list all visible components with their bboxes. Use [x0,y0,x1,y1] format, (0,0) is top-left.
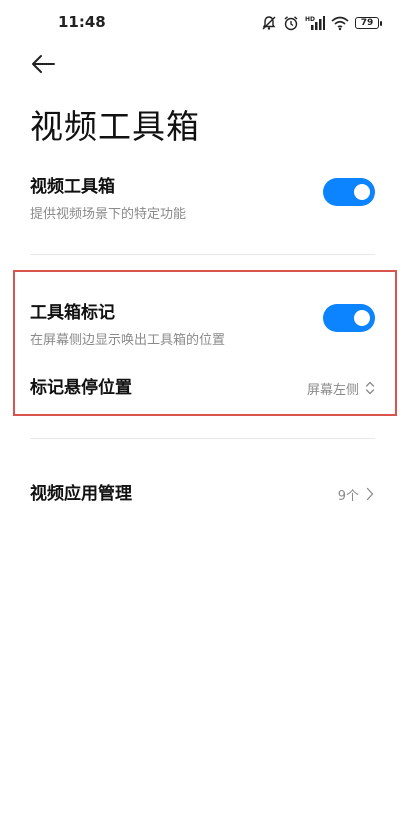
video-toolbox-row[interactable]: 视频工具箱 提供视频场景下的特定功能 [30,172,375,222]
battery-icon: 79 [355,17,382,29]
toolbox-marker-subtitle: 在屏幕侧边显示唤出工具箱的位置 [30,333,226,348]
marker-position-row[interactable]: 标记悬停位置 屏幕左侧 [30,374,375,402]
divider [30,438,375,439]
video-app-management-row[interactable]: 视频应用管理 9个 [30,480,375,508]
hd-signal-icon: HD [305,15,325,31]
toolbox-marker-toggle[interactable] [323,304,375,332]
video-app-management-title: 视频应用管理 [30,484,132,504]
status-bar: 11:48 HD 79 [0,0,409,44]
toolbox-marker-row[interactable]: 工具箱标记 在屏幕侧边显示唤出工具箱的位置 [30,298,375,348]
notifications-off-icon [261,15,277,31]
battery-level: 79 [360,18,374,28]
chevron-up-down-icon [365,380,375,396]
video-toolbox-toggle[interactable] [323,178,375,206]
back-button[interactable] [30,52,58,76]
wifi-icon [331,15,349,31]
status-icons: HD 79 [261,14,382,32]
toggle-knob [354,310,370,326]
marker-position-value-area[interactable]: 屏幕左侧 [307,374,375,402]
alarm-icon [283,15,299,31]
arrow-left-icon [30,55,56,80]
toggle-knob [354,184,370,200]
video-app-count: 9个 [337,488,359,504]
status-time: 11:48 [58,13,106,31]
divider [30,254,375,255]
video-toolbox-subtitle: 提供视频场景下的特定功能 [30,207,187,222]
marker-position-value: 屏幕左侧 [306,382,359,398]
chevron-right-icon [365,486,375,502]
page-title: 视频工具箱 [30,107,200,146]
svg-text:HD: HD [305,16,315,23]
video-app-management-value-area[interactable]: 9个 [338,480,375,508]
